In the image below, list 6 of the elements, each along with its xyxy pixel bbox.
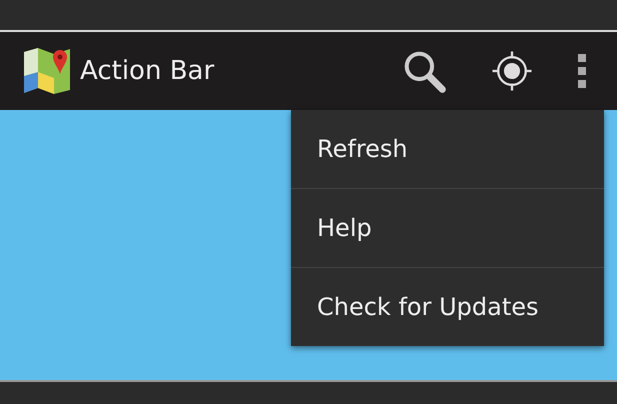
menu-item[interactable]: Help (291, 189, 604, 268)
app-title: Action Bar (80, 56, 214, 86)
map-icon (22, 46, 72, 96)
overflow-menu-icon[interactable] (577, 54, 587, 88)
menu-item[interactable]: Refresh (291, 110, 604, 189)
menu-item[interactable]: Check for Updates (291, 268, 604, 346)
